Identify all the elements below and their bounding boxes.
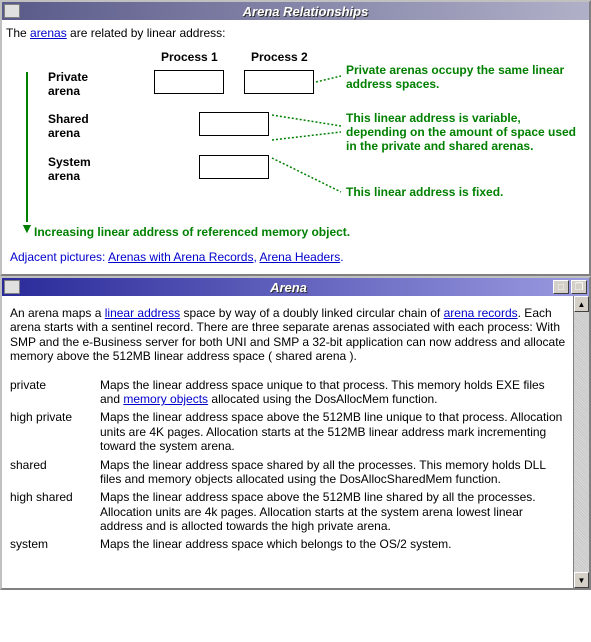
arena-diagram: ▼ Process 1 Process 2 Private arena Shar… (6, 50, 585, 250)
arena-records-link[interactable]: arena records (444, 306, 518, 320)
annotation-fixed: This linear address is fixed. (346, 186, 571, 200)
window-title: Arena Relationships (24, 4, 587, 19)
term-high-shared: high shared (10, 490, 100, 533)
p-b: space by way of a doubly linked circular… (180, 306, 443, 320)
annotation-private: Private arenas occupy the same linear ad… (346, 64, 571, 92)
scroll-down-button[interactable]: ▼ (574, 572, 589, 588)
definition-list: private Maps the linear address space un… (10, 378, 567, 552)
annotation-increasing: Increasing linear address of referenced … (34, 226, 350, 240)
window-arena-relationships: Arena Relationships The arenas are relat… (0, 0, 591, 276)
scroll-track[interactable] (574, 312, 589, 572)
maximize-button[interactable]: □ (553, 280, 569, 294)
def-shared: Maps the linear address space shared by … (100, 458, 567, 487)
intro-post: are related by linear address: (67, 26, 226, 40)
arenas-link[interactable]: arenas (30, 26, 67, 40)
restore-button[interactable]: ❐ (571, 280, 587, 294)
titlebar: Arena □ ❐ (2, 278, 589, 296)
term-private: private (10, 378, 100, 407)
system-menu-icon[interactable] (4, 4, 20, 18)
vertical-scrollbar[interactable]: ▲ ▼ (573, 296, 589, 588)
window-title: Arena (24, 280, 553, 295)
intro-text: The arenas are related by linear address… (6, 26, 585, 40)
system-menu-icon[interactable] (4, 280, 20, 294)
intro-paragraph: An arena maps a linear address space by … (10, 306, 567, 364)
def-high-private: Maps the linear address space above the … (100, 410, 567, 453)
titlebar-buttons: □ ❐ (553, 280, 587, 294)
inner-body: An arena maps a linear address space by … (2, 296, 589, 588)
titlebar: Arena Relationships (2, 2, 589, 20)
adj-end: . (340, 250, 343, 264)
adjacent-pictures: Adjacent pictures: Arenas with Arena Rec… (6, 250, 585, 270)
window-arena: Arena □ ❐ An arena maps a linear address… (0, 276, 591, 590)
content-area: The arenas are related by linear address… (2, 20, 589, 274)
adj-label: Adjacent pictures: (10, 250, 108, 264)
p-a: An arena maps a (10, 306, 105, 320)
adj-link-2[interactable]: Arena Headers (259, 250, 340, 264)
term-system: system (10, 537, 100, 551)
content-area: An arena maps a linear address space by … (2, 296, 573, 588)
memory-objects-link[interactable]: memory objects (123, 392, 208, 406)
def-private-post: allocated using the DosAllocMem function… (208, 392, 437, 406)
term-shared: shared (10, 458, 100, 487)
def-high-shared: Maps the linear address space above the … (100, 490, 567, 533)
def-private: Maps the linear address space unique to … (100, 378, 567, 407)
def-system: Maps the linear address space which belo… (100, 537, 567, 551)
scroll-up-button[interactable]: ▲ (574, 296, 589, 312)
adj-link-1[interactable]: Arenas with Arena Records (108, 250, 253, 264)
annotation-variable: This linear address is variable, dependi… (346, 112, 576, 153)
intro-pre: The (6, 26, 30, 40)
term-high-private: high private (10, 410, 100, 453)
linear-address-link[interactable]: linear address (105, 306, 180, 320)
